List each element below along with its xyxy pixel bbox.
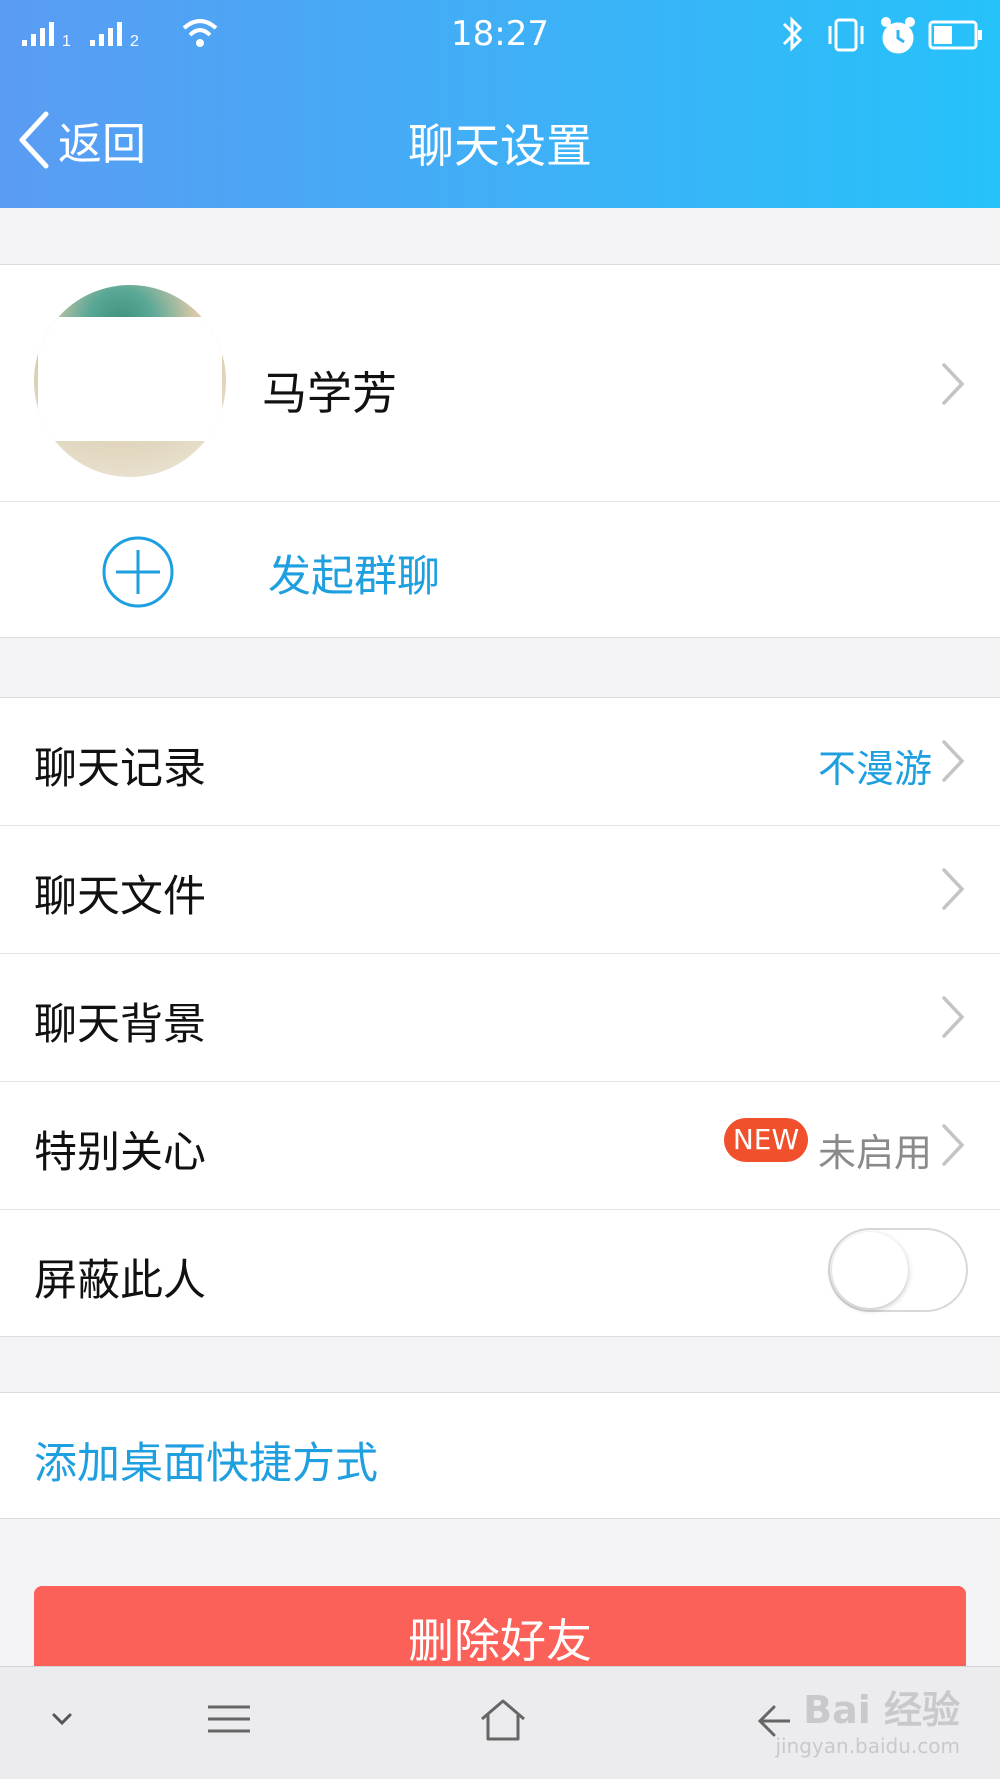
group-chat-label: 发起群聊: [268, 552, 440, 602]
battery-icon: [928, 20, 982, 50]
menu-icon[interactable]: [206, 1701, 252, 1741]
chevron-right-icon: [942, 740, 965, 782]
watermark: Bai 经验 jingyan.baidu.com: [775, 1679, 960, 1758]
header: 1 2 18:27 返回 聊天设置: [0, 0, 1000, 208]
settings-section: 聊天记录 不漫游 聊天文件 聊天背景 特别关心 NEW 未启用 屏蔽此人: [0, 697, 1000, 1337]
chat-background-label: 聊天背景: [34, 1000, 206, 1050]
system-nav-bar: Bai 经验 jingyan.baidu.com: [0, 1666, 1000, 1779]
chevron-right-icon: [942, 868, 965, 910]
shortcut-label: 添加桌面快捷方式: [34, 1439, 378, 1489]
block-contact-toggle[interactable]: [828, 1228, 968, 1312]
chat-files-row[interactable]: 聊天文件: [0, 826, 1000, 954]
special-care-row[interactable]: 特别关心 NEW 未启用: [0, 1082, 1000, 1210]
chat-history-label: 聊天记录: [34, 744, 206, 794]
status-bar: 1 2 18:27: [0, 0, 1000, 72]
contact-row[interactable]: 马学芳: [0, 265, 1000, 502]
collapse-icon[interactable]: [48, 1701, 76, 1741]
new-badge: NEW: [724, 1118, 808, 1162]
page-title: 聊天设置: [408, 119, 592, 173]
shortcut-row[interactable]: 添加桌面快捷方式: [0, 1393, 1000, 1518]
chat-history-row[interactable]: 聊天记录 不漫游: [0, 698, 1000, 826]
add-circle-icon: [102, 536, 174, 608]
chevron-right-icon: [942, 1124, 965, 1166]
home-icon[interactable]: [478, 1697, 528, 1743]
special-care-value: 未启用: [818, 1131, 933, 1175]
avatar: [34, 285, 226, 477]
alarm-icon: [881, 17, 915, 54]
shortcut-section: 添加桌面快捷方式: [0, 1392, 1000, 1519]
watermark-main: Bai 经验: [803, 1688, 960, 1732]
block-contact-label: 屏蔽此人: [34, 1256, 206, 1306]
chat-files-label: 聊天文件: [34, 872, 206, 922]
chevron-right-icon: [942, 996, 965, 1038]
watermark-sub: jingyan.baidu.com: [775, 1734, 960, 1758]
contact-name: 马学芳: [262, 367, 398, 420]
chevron-right-icon: [942, 363, 965, 405]
block-contact-row: 屏蔽此人: [0, 1210, 1000, 1336]
contact-section: 马学芳 发起群聊: [0, 264, 1000, 638]
chat-history-value: 不漫游: [818, 747, 933, 791]
chat-background-row[interactable]: 聊天背景: [0, 954, 1000, 1082]
toggle-knob: [832, 1232, 908, 1308]
special-care-label: 特别关心: [34, 1128, 206, 1178]
bluetooth-icon: [782, 16, 803, 52]
vibrate-icon: [828, 18, 864, 52]
group-chat-row[interactable]: 发起群聊: [0, 502, 1000, 637]
